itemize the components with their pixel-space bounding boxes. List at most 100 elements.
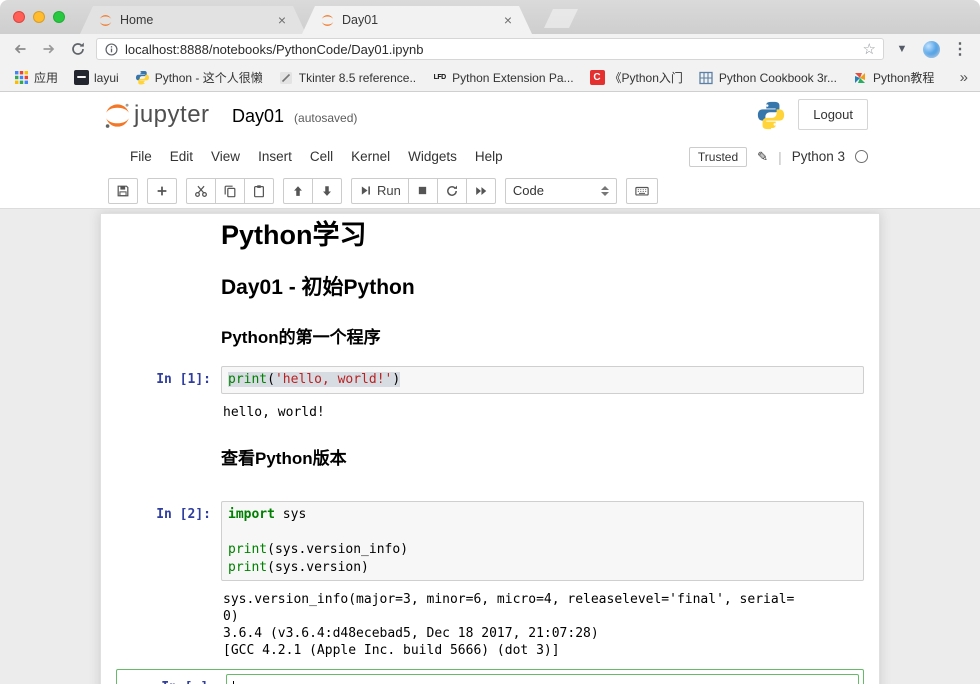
markdown-cell-day01[interactable]: Day01 - 初始Python [221,276,864,299]
code-input[interactable]: print('hello, world!') [221,366,864,394]
python-icon [135,70,150,85]
bookmarks-bar: 应用 layui Python - 这个人很懒 Tkinter 8.5 refe… [0,64,980,92]
heading-3: Python的第一个程序 [221,329,864,348]
bookmark-star-icon[interactable]: ☆ [863,40,876,58]
bookmark-item-python-blog[interactable]: Python - 这个人很懒 [129,66,269,89]
cell-type-select[interactable]: Code [505,178,617,204]
markdown-cell-check-version[interactable]: 查看Python版本 [221,450,864,469]
jupyter-logo-icon [104,102,131,129]
code-cell-2: In [2]: import sys print(sys.version_inf… [116,501,864,581]
layui-icon [74,70,89,85]
restart-kernel-button[interactable] [437,178,467,204]
input-prompt: In [2]: [116,501,221,581]
heading-2: Day01 - 初始Python [221,276,864,299]
down-triangle-extension-icon[interactable]: ▼ [891,38,913,60]
paste-cell-button[interactable] [244,178,274,204]
command-palette-button[interactable] [626,178,658,204]
menu-item-insert[interactable]: Insert [249,143,301,170]
interrupt-kernel-button[interactable] [408,178,438,204]
menu-item-widgets[interactable]: Widgets [399,143,466,170]
menu-item-view[interactable]: View [202,143,249,170]
notebook-site: Python学习 Day01 - 初始Python Python的第一个程序 I… [0,209,980,684]
markdown-cell-first-program[interactable]: Python的第一个程序 [221,329,864,348]
bookmark-item-python-tutorial[interactable]: Python教程 [847,66,940,89]
heading-1: Python学习 [221,220,864,250]
bookmark-item-tkinter[interactable]: Tkinter 8.5 reference.. [273,67,422,88]
traffic-close-button[interactable] [13,11,25,23]
notebook-title-group: Day01 (autosaved) [232,106,357,127]
run-icon [359,184,372,197]
bookmark-item-cookbook[interactable]: Python Cookbook 3r... [693,67,843,88]
cut-cell-button[interactable] [186,178,216,204]
tab-day01[interactable]: Day01 × [302,6,532,34]
output-text: hello, world! [223,404,862,421]
copy-cell-button[interactable] [215,178,245,204]
bookmark-label: Tkinter 8.5 reference.. [299,71,416,85]
copy-icon [223,184,237,198]
browser-window: Home × Day01 × localhost:8888/notebooks/… [0,0,980,684]
move-cell-down-button[interactable] [312,178,342,204]
tab-close-icon[interactable]: × [502,13,514,27]
jupyter-logo-text: jupyter [134,101,210,129]
output-area-1: hello, world! [116,403,864,422]
bookmark-label: Python Extension Pa... [452,71,573,85]
menu-item-help[interactable]: Help [466,143,512,170]
jupyter-logo[interactable]: jupyter [104,101,210,129]
save-icon [116,184,130,198]
arrow-up-icon [291,184,305,198]
bookmarks-overflow-icon[interactable]: » [956,69,972,86]
new-tab-button[interactable] [544,9,578,28]
restart-run-all-button[interactable] [466,178,496,204]
browser-menu-icon[interactable]: ⋮ [949,38,971,60]
apps-grid-icon [14,70,29,85]
menu-item-file[interactable]: File [121,143,161,170]
tab-bar: Home × Day01 × [0,0,980,34]
forward-button[interactable] [38,38,60,60]
bookmark-item-python-extension[interactable]: LFD Python Extension Pa... [426,67,579,88]
menu-item-cell[interactable]: Cell [301,143,342,170]
code-input[interactable]: import sys print(sys.version_info) print… [221,501,864,581]
tab-home[interactable]: Home × [80,6,306,34]
code-input[interactable] [226,674,859,684]
kernel-name: Python 3 [792,149,845,164]
output-prompt [116,590,221,660]
notebook-status-group: Trusted ✎ | Python 3 [689,140,868,173]
page-info-icon[interactable] [104,42,119,57]
globe-extension-icon[interactable] [920,38,942,60]
trusted-badge[interactable]: Trusted [689,147,747,167]
url-input[interactable]: localhost:8888/notebooks/PythonCode/Day0… [96,38,884,60]
add-cell-button[interactable] [147,178,177,204]
traffic-zoom-button[interactable] [53,11,65,23]
tab-title: Home [120,13,276,27]
url-bar-row: localhost:8888/notebooks/PythonCode/Day0… [0,34,980,64]
menubar-divider: | [778,149,782,165]
notebook-title[interactable]: Day01 [232,106,284,127]
traffic-lights [13,11,65,23]
move-cell-up-button[interactable] [283,178,313,204]
traffic-minimize-button[interactable] [33,11,45,23]
forward-icon [41,41,57,57]
tutorial-pinwheel-icon [853,70,868,85]
logout-button[interactable]: Logout [798,99,868,130]
cookbook-grid-icon [699,70,714,85]
refresh-button[interactable] [67,38,89,60]
tab-title: Day01 [342,13,502,27]
url-text[interactable]: localhost:8888/notebooks/PythonCode/Day0… [125,42,857,57]
menu-bar: File Edit View Insert Cell Kernel Widget… [0,140,980,173]
bookmark-item-layui[interactable]: layui [68,67,125,88]
bookmark-label: Python Cookbook 3r... [719,71,837,85]
save-button[interactable] [108,178,138,204]
menu-item-edit[interactable]: Edit [161,143,202,170]
menu-item-kernel[interactable]: Kernel [342,143,399,170]
jupyter-favicon-icon [320,13,335,28]
bookmark-label: Python教程 [873,69,934,86]
markdown-cell-title[interactable]: Python学习 [221,220,864,250]
back-button[interactable] [9,38,31,60]
tab-close-icon[interactable]: × [276,13,288,27]
jupyter-header: jupyter Day01 (autosaved) Logout [0,92,980,140]
bookmark-item-python-intro[interactable]: C 《Python入门 [584,66,689,89]
heading-3: 查看Python版本 [221,450,864,469]
run-button[interactable]: Run [351,178,409,204]
restart-icon [445,184,459,198]
bookmark-item-apps[interactable]: 应用 [8,66,64,89]
